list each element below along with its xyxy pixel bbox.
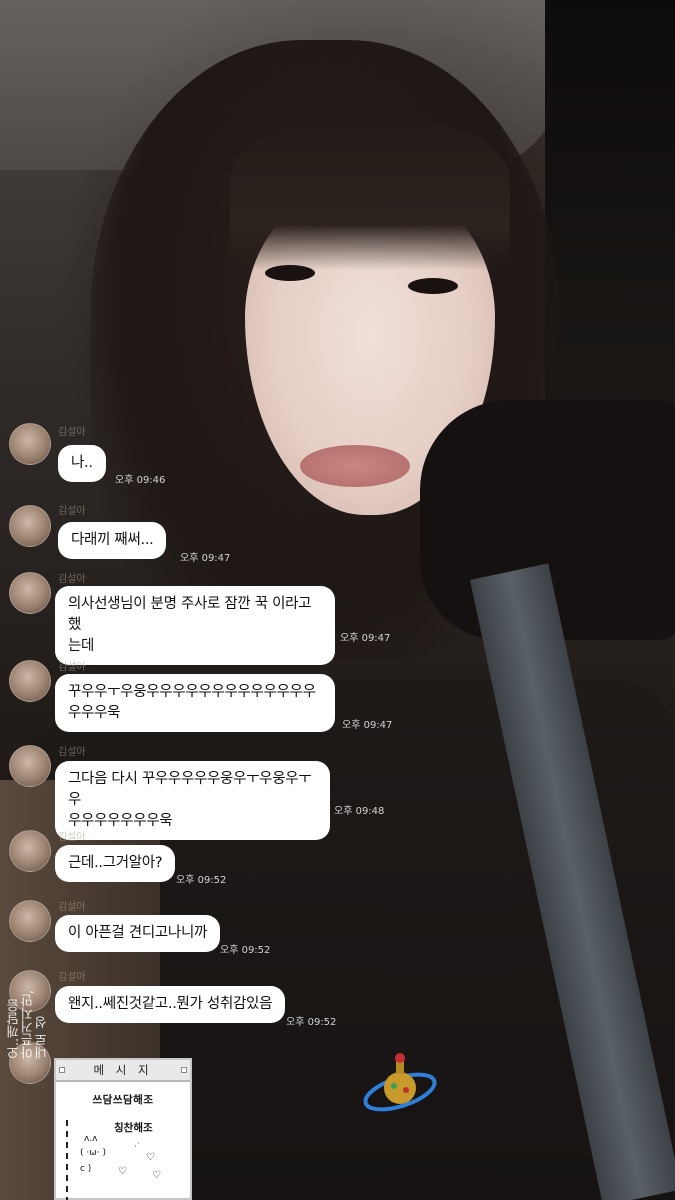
message-window[interactable]: 메 시 지 쓰담쓰담해조 칭찬해조 ʌ.ʌ ( ·ω· ) c ) ♡ ♡ ♡ … — [54, 1058, 192, 1200]
kaomoji: ʌ.ʌ — [84, 1134, 98, 1144]
message-window-body: 쓰담쓰담해조 칭찬해조 ʌ.ʌ ( ·ω· ) c ) ♡ ♡ ♡ ·˙ — [56, 1082, 190, 1200]
message-time: 오후 09:47 — [180, 553, 231, 564]
avatar[interactable] — [9, 660, 51, 702]
message-bubble[interactable]: 그다음 다시 꾸우우우우우웅우ㅜ우웅우ㅜ우 우우우우우우우욱 — [55, 761, 330, 840]
vertical-caption: 오..깨달음 아픈거지만, 내로 성 — [7, 990, 50, 1060]
vertical-line: 아픈거지만, — [21, 990, 36, 1060]
bubble-line: 꾸우우ㅜ우웅우우우우우우우우우우우우우 — [68, 684, 316, 700]
message-window-title: 메 시 지 — [93, 1063, 153, 1077]
message-bubble[interactable]: 다래끼 째써... — [58, 522, 167, 559]
vertical-line: 내로 성 — [35, 1016, 50, 1060]
sender-name: 김설아 — [58, 902, 86, 913]
message-window-titlebar[interactable]: 메 시 지 — [56, 1060, 190, 1082]
message-bubble[interactable]: 왠지..쎄진것같고..뭔가 성취감있음 — [55, 986, 286, 1023]
bubble-line: 우우우우우우우욱 — [68, 813, 173, 829]
sender-name: 김설아 — [58, 427, 86, 438]
message-bubble[interactable]: 의사선생님이 분명 주사로 잠깐 꾹 이라고 했 는데 — [55, 586, 335, 665]
message-time: 오후 09:52 — [176, 875, 227, 886]
sender-name: 김설아 — [58, 832, 86, 843]
kaomoji: ( ·ω· ) — [80, 1148, 107, 1158]
avatar[interactable] — [9, 423, 51, 465]
avatar[interactable] — [9, 572, 51, 614]
bubble-line: 우우우욱 — [68, 705, 121, 721]
message-line: 칭찬해조 — [114, 1122, 153, 1134]
window-dot-icon — [181, 1067, 187, 1073]
sparkle-icon: ·˙ — [134, 1142, 141, 1151]
sender-name: 김설아 — [58, 574, 86, 585]
message-line: 쓰담쓰담해조 — [92, 1094, 154, 1106]
bubble-line: 는데 — [68, 638, 95, 654]
bubble-line: 의사선생님이 분명 주사로 잠깐 꾹 이라고 했 — [68, 596, 312, 633]
avatar[interactable] — [9, 745, 51, 787]
sender-name: 김설아 — [58, 506, 86, 517]
heart-icon: ♡ — [146, 1152, 155, 1163]
message-time: 오후 09:46 — [115, 475, 166, 486]
message-time: 오후 09:48 — [334, 806, 385, 817]
message-time: 오후 09:52 — [286, 1017, 337, 1028]
kaomoji: c ) — [80, 1164, 92, 1174]
sender-name: 김설아 — [58, 972, 86, 983]
chat-overlay: 김설아 나.. 오후 09:46 김설아 다래끼 째써... 오후 09:47 … — [0, 0, 675, 1200]
message-time: 오후 09:47 — [340, 633, 391, 644]
message-bubble[interactable]: 이 아픈걸 견디고나니까 — [55, 915, 221, 952]
message-bubble[interactable]: 꾸우우ㅜ우웅우우우우우우우우우우우우우 우우우욱 — [55, 674, 335, 732]
window-dot-icon — [59, 1067, 65, 1073]
sender-name: 김설아 — [58, 747, 86, 758]
heart-icon: ♡ — [152, 1170, 161, 1181]
heart-icon: ♡ — [118, 1166, 127, 1177]
sender-name: 김설아 — [58, 662, 86, 673]
message-bubble[interactable]: 나.. — [58, 445, 106, 482]
avatar[interactable] — [9, 900, 51, 942]
dashed-bar-icon — [66, 1120, 68, 1200]
message-time: 오후 09:52 — [220, 945, 271, 956]
vertical-line: 오..깨달음 — [7, 998, 22, 1060]
avatar[interactable] — [9, 830, 51, 872]
avatar[interactable] — [9, 505, 51, 547]
message-time: 오후 09:47 — [342, 720, 393, 731]
message-bubble[interactable]: 근데..그거알아? — [55, 845, 176, 882]
bubble-line: 그다음 다시 꾸우우우우우웅우ㅜ우웅우ㅜ우 — [68, 771, 312, 808]
